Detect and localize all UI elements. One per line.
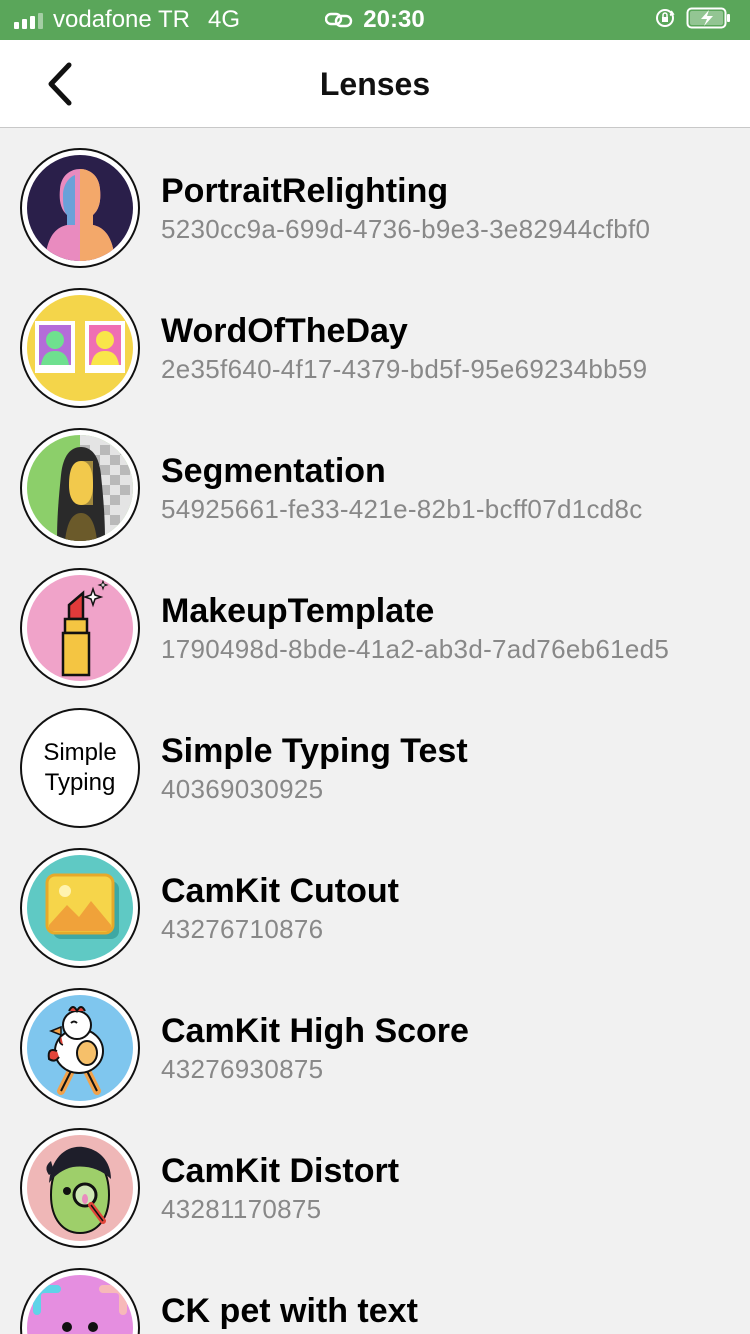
lens-id: 2e35f640-4f17-4379-bd5f-95e69234bb59 [161, 354, 648, 384]
lens-id: 54925661-fe33-421e-82b1-bcff07d1cd8c [161, 494, 643, 524]
status-right [654, 0, 732, 40]
lens-list: PortraitRelighting 5230cc9a-699d-4736-b9… [0, 128, 750, 1334]
lens-name: CK pet with text [161, 1292, 418, 1330]
lens-avatar [20, 148, 140, 268]
navigation-bar: Lenses [0, 40, 750, 128]
simple-typing-icon: Simple Typing [27, 715, 133, 821]
lens-item-camkit-distort[interactable]: CamKit Distort 43281170875 [0, 1108, 750, 1248]
icon-text-line: Typing [44, 769, 116, 796]
lens-item-camkit-high-score[interactable]: CamKit High Score 43276930875 [0, 968, 750, 1108]
lens-item-segmentation[interactable]: Segmentation 54925661-fe33-421e-82b1-bcf… [0, 408, 750, 548]
lens-avatar: Simple Typing [20, 708, 140, 828]
lens-name: CamKit Distort [161, 1152, 400, 1190]
lens-avatar [20, 428, 140, 548]
link-icon [325, 12, 353, 28]
lens-avatar [20, 1268, 140, 1334]
chicken-icon [27, 995, 133, 1101]
pet-icon [27, 1275, 133, 1334]
rotation-lock-icon [654, 7, 676, 34]
lens-id: 43281170875 [161, 1194, 322, 1224]
portrait-relighting-icon [27, 155, 133, 261]
lens-id: 1790498d-8bde-41a2-ab3d-7ad76eb61ed5 [161, 634, 670, 664]
lens-item-portrait-relighting[interactable]: PortraitRelighting 5230cc9a-699d-4736-b9… [0, 128, 750, 268]
lens-name: CamKit Cutout [161, 872, 399, 910]
lens-item-makeup-template[interactable]: MakeupTemplate 1790498d-8bde-41a2-ab3d-7… [0, 548, 750, 688]
lens-id: 43276930875 [161, 1054, 324, 1084]
lens-item-simple-typing-test[interactable]: Simple Typing Simple Typing Test 4036903… [0, 688, 750, 828]
status-bar: vodafone TR 4G 20:30 [0, 0, 750, 40]
lens-name: Simple Typing Test [161, 732, 468, 770]
segmentation-icon [27, 435, 133, 541]
word-of-the-day-icon [27, 295, 133, 401]
lens-id: 5230cc9a-699d-4736-b9e3-3e82944cfbf0 [161, 214, 651, 244]
lens-name: Segmentation [161, 452, 386, 490]
lens-name: WordOfTheDay [161, 312, 408, 350]
lens-item-ck-pet-with-text[interactable]: CK pet with text [0, 1248, 750, 1334]
lens-avatar [20, 288, 140, 408]
lens-avatar [20, 568, 140, 688]
lens-avatar [20, 1128, 140, 1248]
lipstick-icon [27, 575, 133, 681]
clock: 20:30 [363, 6, 425, 33]
lens-id: 40369030925 [161, 774, 324, 804]
lens-item-word-of-the-day[interactable]: WordOfTheDay 2e35f640-4f17-4379-bd5f-95e… [0, 268, 750, 408]
lens-avatar [20, 988, 140, 1108]
lens-name: MakeupTemplate [161, 592, 435, 630]
icon-text-line: Simple [43, 739, 117, 766]
lens-item-camkit-cutout[interactable]: CamKit Cutout 43276710876 [0, 828, 750, 968]
status-center: 20:30 [0, 0, 750, 40]
lens-name: PortraitRelighting [161, 172, 449, 210]
lens-name: CamKit High Score [161, 1012, 469, 1050]
distort-face-icon [27, 1135, 133, 1241]
page-title: Lenses [319, 66, 431, 102]
battery-charging-icon [686, 6, 732, 35]
lens-avatar [20, 848, 140, 968]
lens-id: 43276710876 [161, 914, 324, 944]
image-cutout-icon [27, 855, 133, 961]
